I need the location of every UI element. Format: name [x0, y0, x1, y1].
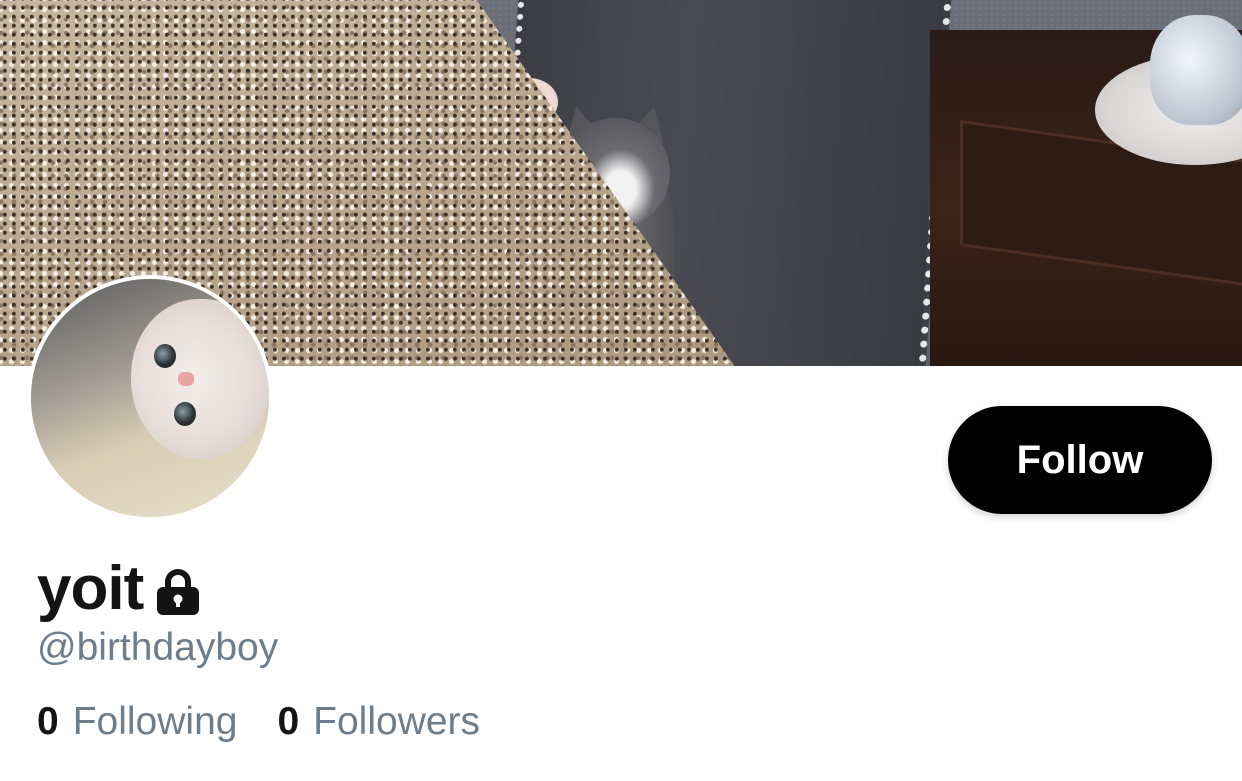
- lock-icon: [157, 569, 200, 615]
- profile-stats: 0 Following 0 Followers: [37, 700, 520, 744]
- follow-button[interactable]: Follow: [948, 406, 1212, 514]
- profile-page: Follow yoit @birthdayboy 0 Following 0 F…: [0, 0, 1242, 781]
- following-label: Following: [72, 700, 238, 743]
- followers-label: Followers: [313, 700, 481, 743]
- banner-glass-vase: [1150, 15, 1242, 125]
- avatar-cat-face: [131, 299, 269, 459]
- avatar-cat-eye: [154, 344, 176, 368]
- following-link[interactable]: 0 Following: [37, 700, 237, 744]
- username-handle: @birthdayboy: [37, 626, 279, 669]
- avatar[interactable]: [27, 275, 273, 521]
- avatar-cat-eye: [174, 402, 196, 426]
- followers-link[interactable]: 0 Followers: [277, 700, 480, 744]
- display-name-row: yoit: [37, 548, 201, 628]
- followers-count: 0: [277, 700, 300, 743]
- following-count: 0: [37, 700, 59, 743]
- display-name: yoit: [37, 553, 144, 623]
- avatar-cat-nose: [178, 372, 194, 386]
